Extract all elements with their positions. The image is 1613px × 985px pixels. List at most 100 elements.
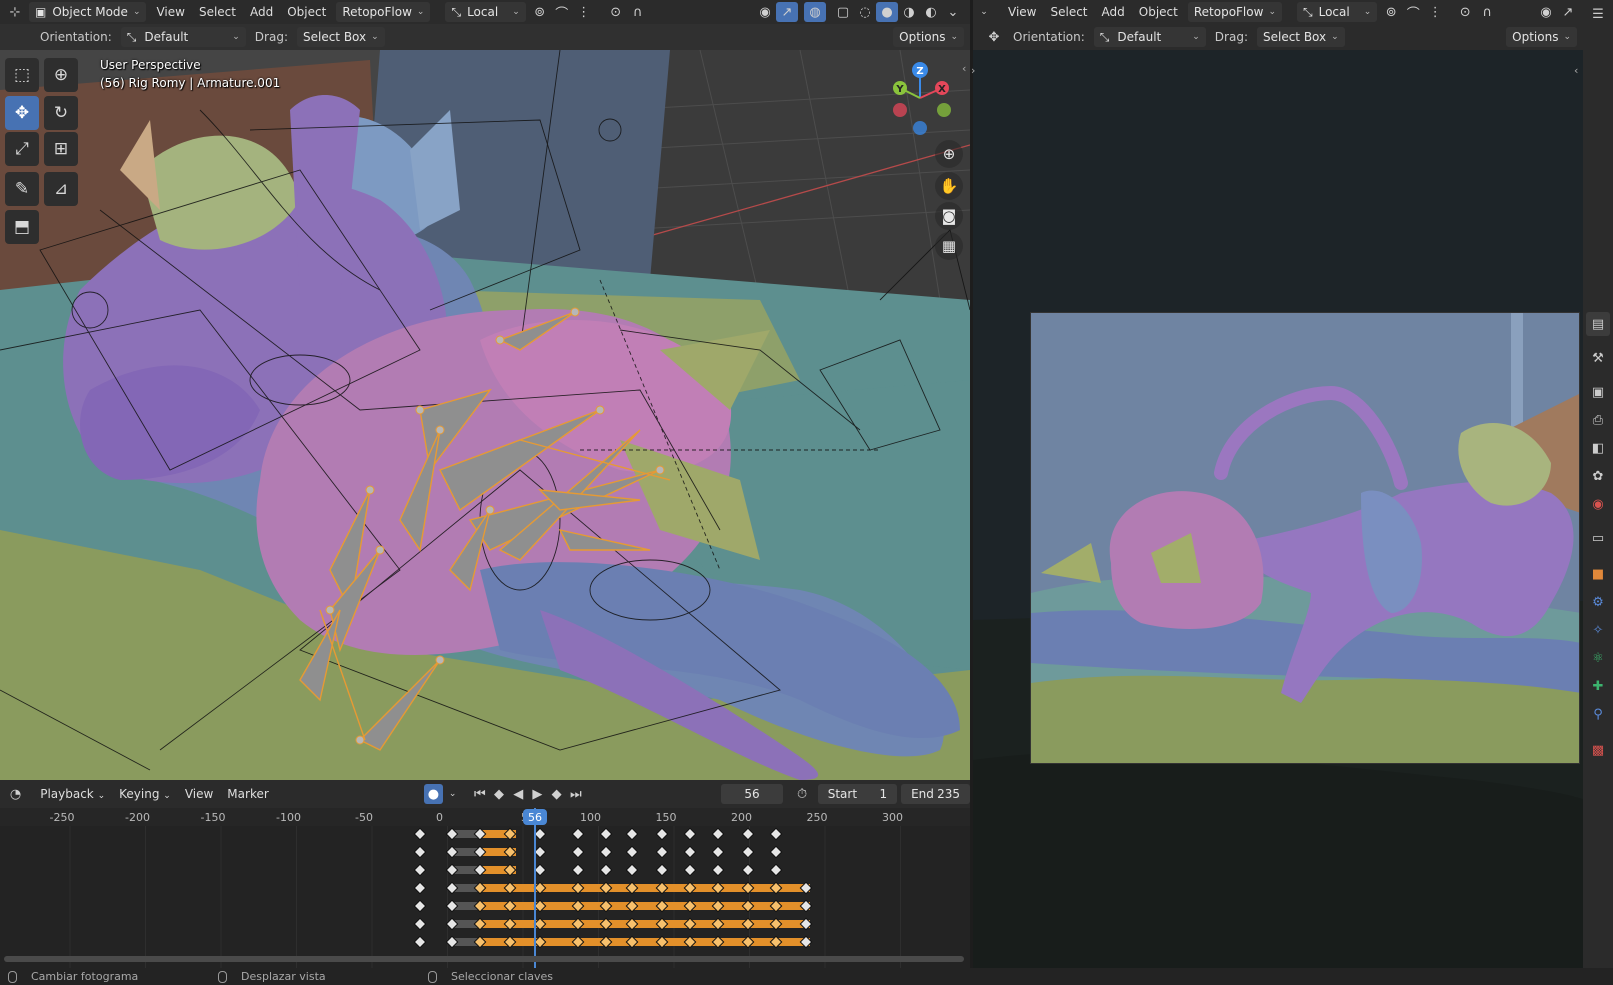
keyframe-diamond[interactable] [413, 881, 427, 895]
transform-tool[interactable]: ⊞ [44, 132, 78, 166]
dopesheet-summary[interactable]: -250-200-150-100-5001001502002503005 56 [0, 808, 970, 968]
right-retopoflow-menu[interactable]: RetopoFlow ⌄ [1187, 2, 1282, 22]
rotate-tool[interactable]: ↻ [44, 96, 78, 130]
keyframe-diamond[interactable] [625, 845, 639, 859]
keyframe-diamond[interactable] [711, 827, 725, 841]
mode-dropdown[interactable]: ▣ Object Mode ⌄ [29, 2, 147, 22]
keyframe-diamond[interactable] [413, 935, 427, 949]
keyframe-diamond[interactable] [683, 863, 697, 877]
auto-keying-record-icon[interactable]: ● [423, 784, 443, 804]
right-menu-view[interactable]: View [1001, 1, 1043, 23]
pivot-icon[interactable]: ⊚ [1380, 2, 1402, 22]
texture-properties-icon[interactable]: ▩ [1586, 738, 1610, 762]
retopoflow-menu[interactable]: RetopoFlow ⌄ [336, 2, 431, 22]
falloff-icon[interactable]: ∩ [627, 2, 649, 22]
shading-rendered-icon[interactable]: ◐ [920, 2, 942, 22]
move-tool[interactable]: ✥ [5, 96, 39, 130]
pan-button[interactable]: ✋ [935, 172, 963, 200]
keyframe-diamond[interactable] [655, 827, 669, 841]
armature-data-icon[interactable]: ✚ [1586, 674, 1610, 698]
output-properties-icon[interactable]: ⎙ [1586, 408, 1610, 432]
jump-end-icon[interactable]: ⏭ [566, 784, 585, 804]
proportional-edit-icon[interactable]: ⊙ [605, 2, 627, 22]
transform-orientation-dropdown[interactable]: ⤡ Local ⌄ [445, 2, 526, 22]
keyframe-diamond[interactable] [533, 827, 547, 841]
right-transform-orientation-dropdown[interactable]: ⤡ Local ⌄ [1296, 2, 1378, 22]
keying-set-dropdown-icon[interactable]: ⌄ [443, 784, 462, 804]
keyframe-diamond[interactable] [413, 899, 427, 913]
keyframe-diamond[interactable] [769, 827, 783, 841]
move-gizmo-icon[interactable]: ✥ [983, 27, 1005, 47]
tool-settings-icon[interactable]: ⚒ [1586, 346, 1610, 370]
gizmo-toggle-icon[interactable]: ↗ [1557, 2, 1579, 22]
gizmo-neg-x-axis[interactable] [893, 103, 907, 117]
modifier-properties-icon[interactable]: ⚙ [1586, 590, 1610, 614]
keyframe-diamond[interactable] [599, 827, 613, 841]
keyframe-diamond[interactable] [413, 845, 427, 859]
keyframe-diamond[interactable] [769, 863, 783, 877]
keying-menu[interactable]: Keying ⌄ [112, 783, 178, 805]
right-menu-object[interactable]: Object [1132, 1, 1185, 23]
shading-solid-icon[interactable]: ● [876, 2, 898, 22]
menu-view[interactable]: View [149, 1, 191, 23]
snap-target-icon[interactable]: ⋮ [573, 2, 595, 22]
keyframe-diamond[interactable] [711, 863, 725, 877]
view-layer-icon[interactable]: ◧ [1586, 436, 1610, 460]
annotate-tool[interactable]: ✎ [5, 172, 39, 206]
shading-options-icon[interactable]: ⌄ [942, 2, 964, 22]
play-reverse-icon[interactable]: ◀ [509, 784, 528, 804]
shading-material-icon[interactable]: ◑ [898, 2, 920, 22]
keyframe-diamond[interactable] [683, 827, 697, 841]
bone-properties-icon[interactable]: ⚲ [1586, 702, 1610, 726]
keyframe-diamond[interactable] [655, 845, 669, 859]
proportional-edit-icon[interactable]: ⊙ [1454, 2, 1476, 22]
navigation-gizmo[interactable]: Z X Y [880, 58, 960, 138]
keyframe-diamond[interactable] [625, 863, 639, 877]
right-options-dropdown[interactable]: Options ⌄ [1506, 27, 1577, 47]
keyframe-diamond[interactable] [599, 845, 613, 859]
visibility-icon[interactable]: ◉ [754, 2, 776, 22]
sidebar-toggle-icon[interactable]: ‹ [962, 62, 966, 75]
world-properties-icon[interactable]: ◉ [1586, 492, 1610, 516]
keyframe-diamond[interactable] [413, 863, 427, 877]
camera-view-button[interactable]: ◙ [935, 202, 963, 230]
visibility-icon[interactable]: ◉ [1535, 2, 1557, 22]
menu-add[interactable]: Add [243, 1, 280, 23]
pivot-icon[interactable]: ⊚ [529, 2, 551, 22]
perspective-toggle-button[interactable]: ▦ [935, 232, 963, 260]
right-drag-dropdown[interactable]: Select Box ⌄ [1256, 27, 1345, 47]
prev-keyframe-icon[interactable]: ◆ [489, 784, 508, 804]
keyframe-diamond[interactable] [769, 845, 783, 859]
start-frame-field[interactable]: Start 1 [817, 784, 898, 804]
menu-select[interactable]: Select [192, 1, 243, 23]
keyframe-diamond[interactable] [741, 845, 755, 859]
outliner-editor-icon[interactable]: ☰ [1586, 2, 1610, 26]
keyframe-diamond[interactable] [571, 863, 585, 877]
physics-properties-icon[interactable]: ⚛ [1586, 646, 1610, 670]
orientation-dropdown[interactable]: ⤡ Default ⌄ [120, 27, 246, 47]
timeline-scrollbar[interactable] [4, 956, 964, 962]
gizmo-toggle-icon[interactable]: ↗ [776, 2, 798, 22]
drag-dropdown[interactable]: Select Box ⌄ [296, 27, 385, 47]
cursor-tool[interactable]: ⊕ [44, 58, 78, 92]
menu-object[interactable]: Object [280, 1, 333, 23]
keyframe-diamond[interactable] [413, 827, 427, 841]
select-box-tool[interactable]: ⬚ [5, 58, 39, 92]
3d-viewport[interactable]: User Perspective (56) Rig Romy | Armatur… [0, 50, 970, 780]
next-keyframe-icon[interactable]: ◆ [547, 784, 566, 804]
right-menu-add[interactable]: Add [1095, 1, 1132, 23]
keyframe-diamond[interactable] [533, 845, 547, 859]
object-properties-icon[interactable]: ■ [1586, 562, 1610, 586]
editor-type-icon[interactable]: ⊹ [4, 2, 26, 22]
play-icon[interactable]: ▶ [528, 784, 547, 804]
measure-tool[interactable]: ⊿ [44, 172, 78, 206]
keyframe-diamond[interactable] [571, 827, 585, 841]
current-frame-field[interactable]: 56 [721, 784, 783, 804]
preview-range-icon[interactable]: ⏱ [793, 784, 812, 804]
scene-properties-icon[interactable]: ✿ [1586, 464, 1610, 488]
keyframe-diamond[interactable] [413, 917, 427, 931]
xray-icon[interactable]: ▢ [832, 2, 854, 22]
keyframe-diamond[interactable] [655, 863, 669, 877]
editor-type-dropdown-icon[interactable]: ⌄ [973, 2, 995, 22]
collection-properties-icon[interactable]: ▭ [1586, 526, 1610, 550]
